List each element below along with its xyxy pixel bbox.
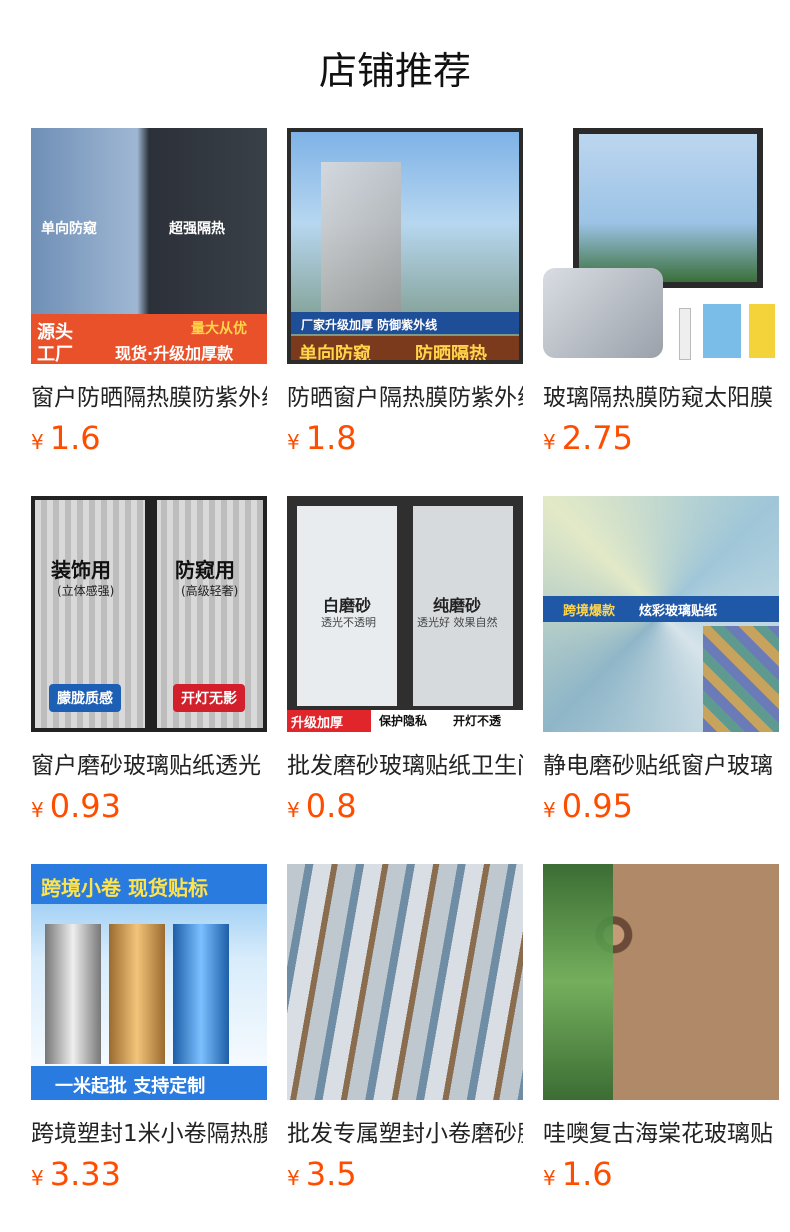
caption-text: (高级轻奢) <box>181 584 239 598</box>
shop-recommend-page: 店铺推荐 单向防窥 超强隔热 源头 工厂 现货·升级加厚款 量大从优 窗户防晒隔… <box>0 0 790 1232</box>
price-value: 1.6 <box>561 1155 613 1193</box>
product-image[interactable]: 白磨砂 透光不透明 纯磨砂 透光好 效果自然 升级加厚 保护隐私 开灯不透 <box>287 496 523 732</box>
currency-symbol: ¥ <box>31 430 44 454</box>
product-card[interactable]: 哇噢复古海棠花玻璃贴 ¥ 1.6 <box>543 864 779 1194</box>
product-name[interactable]: 哇噢复古海棠花玻璃贴 <box>543 1114 779 1146</box>
caption-text: 跨境小卷 现货贴标 <box>41 876 208 900</box>
caption-text: 透光好 效果自然 <box>417 616 498 629</box>
price-value: 1.6 <box>49 419 101 457</box>
product-card[interactable]: 玻璃隔热膜防窥太阳膜 ¥ 2.75 <box>543 128 779 458</box>
caption-text: 纯磨砂 <box>433 596 482 615</box>
price-value: 1.8 <box>305 419 357 457</box>
page-title: 店铺推荐 <box>318 49 471 93</box>
product-card[interactable]: 跨境爆款 炫彩玻璃贴纸 静电磨砂贴纸窗户玻璃 ¥ 0.95 <box>543 496 779 826</box>
currency-symbol: ¥ <box>543 430 556 454</box>
product-card[interactable]: 批发专属塑封小卷磨砂膜 ¥ 3.5 <box>287 864 523 1194</box>
product-image[interactable] <box>543 128 779 364</box>
price-value: 0.93 <box>49 787 121 825</box>
product-image[interactable]: 跨境小卷 现货贴标 一米起批 支持定制 <box>31 864 267 1100</box>
caption-text: 炫彩玻璃贴纸 <box>639 604 718 619</box>
product-name[interactable]: 静电磨砂贴纸窗户玻璃 <box>543 746 779 778</box>
caption-text: 保护隐私 <box>379 714 428 728</box>
product-image[interactable]: 厂家升级加厚 防御紫外线 单向防窥 防晒隔热 <box>287 128 523 364</box>
product-image[interactable] <box>543 864 779 1100</box>
product-price: ¥ 1.8 <box>287 418 523 458</box>
price-value: 2.75 <box>561 419 633 457</box>
caption-text: 装饰用 <box>51 558 111 582</box>
caption-text: 开灯无影 <box>173 684 245 712</box>
caption-text: 防晒隔热 <box>415 344 487 364</box>
caption-text: 开灯不透 <box>453 714 502 728</box>
product-price: ¥ 1.6 <box>543 1154 779 1194</box>
product-name[interactable]: 防晒窗户隔热膜防紫外线 <box>287 378 523 410</box>
product-price: ¥ 1.6 <box>31 418 267 458</box>
caption-text: 跨境爆款 <box>563 604 616 619</box>
price-value: 3.5 <box>305 1155 357 1193</box>
price-value: 3.33 <box>49 1155 121 1193</box>
currency-symbol: ¥ <box>287 430 300 454</box>
currency-symbol: ¥ <box>31 798 44 822</box>
product-name[interactable]: 玻璃隔热膜防窥太阳膜 <box>543 378 779 410</box>
product-name[interactable]: 窗户防晒隔热膜防紫外线 <box>31 378 267 410</box>
product-price: ¥ 2.75 <box>543 418 779 458</box>
product-image[interactable] <box>287 864 523 1100</box>
caption-text: 工厂 <box>37 344 73 364</box>
price-value: 0.8 <box>305 787 357 825</box>
product-name[interactable]: 批发专属塑封小卷磨砂膜 <box>287 1114 523 1146</box>
caption-text: 单向防窥 <box>41 221 97 237</box>
currency-symbol: ¥ <box>543 1166 556 1190</box>
caption-text: 白磨砂 <box>323 596 372 615</box>
caption-text: 透光不透明 <box>321 616 376 629</box>
caption-text: 厂家升级加厚 防御紫外线 <box>301 318 438 332</box>
currency-symbol: ¥ <box>543 798 556 822</box>
product-card[interactable]: 单向防窥 超强隔热 源头 工厂 现货·升级加厚款 量大从优 窗户防晒隔热膜防紫外… <box>31 128 267 458</box>
product-price: ¥ 0.95 <box>543 786 779 826</box>
product-name[interactable]: 跨境塑封1米小卷隔热膜 <box>31 1114 267 1146</box>
caption-text: 升级加厚 <box>291 716 344 731</box>
caption-text: 防窥用 <box>175 558 235 582</box>
product-image[interactable]: 单向防窥 超强隔热 源头 工厂 现货·升级加厚款 量大从优 <box>31 128 267 364</box>
product-name[interactable]: 批发磨砂玻璃贴纸卫生间 <box>287 746 523 778</box>
product-price: ¥ 0.8 <box>287 786 523 826</box>
caption-text: 单向防窥 <box>299 344 371 364</box>
currency-symbol: ¥ <box>31 1166 44 1190</box>
caption-text: 现货·升级加厚款 <box>115 344 234 363</box>
product-price: ¥ 0.93 <box>31 786 267 826</box>
product-name[interactable]: 窗户磨砂玻璃贴纸透光 <box>31 746 267 778</box>
product-card[interactable]: 厂家升级加厚 防御紫外线 单向防窥 防晒隔热 防晒窗户隔热膜防紫外线 ¥ 1.8 <box>287 128 523 458</box>
product-card[interactable]: 装饰用 (立体感强) 防窥用 (高级轻奢) 朦胧质感 开灯无影 窗户磨砂玻璃贴纸… <box>31 496 267 826</box>
currency-symbol: ¥ <box>287 798 300 822</box>
product-card[interactable]: 跨境小卷 现货贴标 一米起批 支持定制 跨境塑封1米小卷隔热膜 ¥ 3.33 <box>31 864 267 1194</box>
product-card[interactable]: 白磨砂 透光不透明 纯磨砂 透光好 效果自然 升级加厚 保护隐私 开灯不透 批发… <box>287 496 523 826</box>
caption-text: 量大从优 <box>191 321 247 337</box>
caption-text: 朦胧质感 <box>49 684 121 712</box>
currency-symbol: ¥ <box>287 1166 300 1190</box>
product-image[interactable]: 装饰用 (立体感强) 防窥用 (高级轻奢) 朦胧质感 开灯无影 <box>31 496 267 732</box>
product-price: ¥ 3.5 <box>287 1154 523 1194</box>
product-price: ¥ 3.33 <box>31 1154 267 1194</box>
caption-text: 一米起批 支持定制 <box>55 1076 206 1097</box>
caption-text: 超强隔热 <box>169 221 225 237</box>
product-image[interactable]: 跨境爆款 炫彩玻璃贴纸 <box>543 496 779 732</box>
caption-text: (立体感强) <box>57 584 115 598</box>
price-value: 0.95 <box>561 787 633 825</box>
